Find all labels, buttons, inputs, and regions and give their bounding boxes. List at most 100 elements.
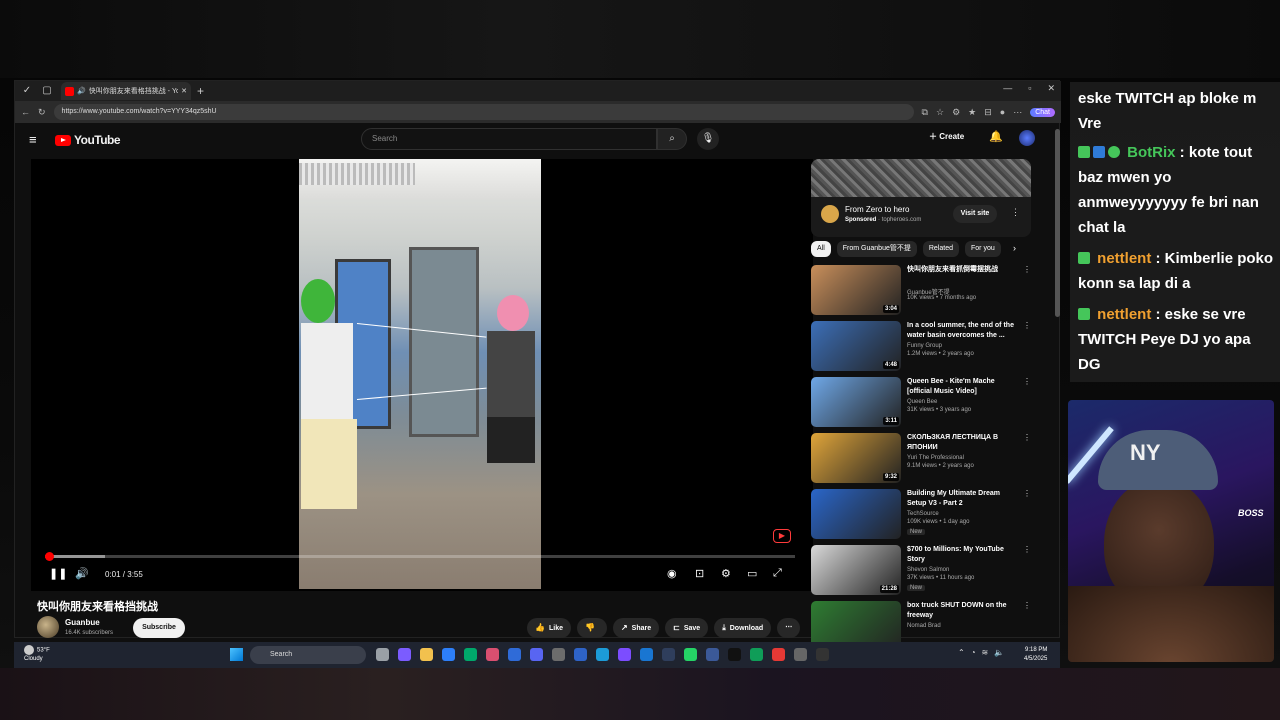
video-menu-icon[interactable]: ⋮ xyxy=(1023,545,1031,554)
ad-more-icon[interactable]: ⋮ xyxy=(1011,207,1020,218)
close-tab-icon[interactable]: ✕ xyxy=(181,87,187,95)
notifications-icon[interactable]: 🔔 xyxy=(989,130,1003,143)
back-icon[interactable]: ← xyxy=(21,107,30,117)
progress-bar[interactable] xyxy=(44,552,795,561)
taskbar-search[interactable]: Search xyxy=(250,646,366,664)
wifi-icon[interactable]: ≋ xyxy=(982,648,989,657)
taskbar-app-icon[interactable] xyxy=(376,648,389,661)
recommended-channel[interactable]: Shevon Salmon xyxy=(907,567,949,573)
recommended-title[interactable]: Building My Ultimate Dream Setup V3 - Pa… xyxy=(907,489,1019,509)
captions-icon[interactable]: ⊡ xyxy=(695,567,704,580)
channel-name[interactable]: Guanbue xyxy=(65,618,100,627)
progress-scrubber[interactable] xyxy=(44,552,54,561)
clock[interactable]: 9:18 PM 4/5/2025 xyxy=(1024,646,1047,664)
recommended-video[interactable]: 21:28 $700 to Millions: My YouTube Story S… xyxy=(811,545,1033,601)
chip-from-channel[interactable]: From Guanbue管不提 xyxy=(836,241,917,257)
taskbar-app-icon[interactable] xyxy=(728,648,741,661)
taskbar-app-icon[interactable] xyxy=(640,648,653,661)
recommended-channel[interactable]: Yuri The Professional xyxy=(907,455,964,461)
active-tab[interactable]: 🔊 快叫你朋友来看格挡挑战 - Yo ✕ xyxy=(61,82,191,100)
video-menu-icon[interactable]: ⋮ xyxy=(1023,377,1031,386)
taskbar-app-icon[interactable] xyxy=(574,648,587,661)
maximize-icon[interactable]: ▫ xyxy=(1028,83,1031,94)
taskbar-app-icon[interactable] xyxy=(684,648,697,661)
search-button[interactable]: ⌕ xyxy=(657,128,687,150)
url-field[interactable]: https://www.youtube.com/watch?v=YYY34qz5… xyxy=(53,104,914,120)
taskbar-app-icon[interactable] xyxy=(772,648,785,661)
recommended-title[interactable]: Queen Bee - Kite'm Mache [official Music… xyxy=(907,377,1019,397)
miniplayer-logo-icon[interactable]: ▶ xyxy=(773,529,791,543)
recommended-title[interactable]: СКОЛЬЗКАЯ ЛЕСТНИЦА В ЯПОНИИ xyxy=(907,433,1019,453)
chip-related[interactable]: Related xyxy=(922,241,960,257)
account-avatar[interactable] xyxy=(1019,130,1035,146)
share-button[interactable]: ↗ Share xyxy=(612,618,660,638)
windows-start-icon[interactable] xyxy=(230,648,243,661)
youtube-logo[interactable]: YouTube xyxy=(55,133,121,147)
taskbar-app-icon[interactable] xyxy=(552,648,565,661)
favorite-icon[interactable]: ☆ xyxy=(936,107,944,118)
recommended-video[interactable]: Building My Ultimate Dream Setup V3 - Pa… xyxy=(811,489,1033,545)
recommended-title[interactable]: 快叫你朋友来看抓倒霉摆挑战 xyxy=(907,265,1019,275)
mic-icon[interactable]: 🎙 xyxy=(697,128,719,150)
save-button[interactable]: ⊏ Save xyxy=(665,618,709,638)
video-menu-icon[interactable]: ⋮ xyxy=(1023,433,1031,442)
taskbar-app-icon[interactable] xyxy=(508,648,521,661)
theater-mode-icon[interactable]: ▭ xyxy=(747,567,757,580)
taskbar-app-icon[interactable] xyxy=(464,648,477,661)
recommended-title[interactable]: $700 to Millions: My YouTube Story xyxy=(907,545,1019,565)
video-thumbnail[interactable] xyxy=(811,489,901,539)
copilot-chat-button[interactable]: Chat xyxy=(1030,107,1055,117)
autoplay-toggle-icon[interactable]: ◉ xyxy=(667,567,677,580)
favorites-icon[interactable]: ★ xyxy=(968,107,976,118)
recommended-title[interactable]: box truck SHUT DOWN on the freeway xyxy=(907,601,1019,621)
recommended-channel[interactable]: Funny Group xyxy=(907,343,942,349)
video-thumbnail[interactable]: 21:28 xyxy=(811,545,901,595)
download-button[interactable]: ⤓ Download xyxy=(714,618,772,638)
video-menu-icon[interactable]: ⋮ xyxy=(1023,601,1031,610)
video-menu-icon[interactable]: ⋮ xyxy=(1023,321,1031,330)
taskbar-app-icon[interactable] xyxy=(442,648,455,661)
video-thumbnail[interactable]: 3:11 xyxy=(811,377,901,427)
audio-icon[interactable]: 🔊 xyxy=(77,87,86,95)
recommended-video[interactable]: 3:11 Queen Bee - Kite'm Mache [official M… xyxy=(811,377,1033,433)
recommended-video[interactable]: 4:48 In a cool summer, the end of the wat… xyxy=(811,321,1033,377)
tab-actions-icon[interactable]: ✓ xyxy=(19,83,35,99)
channel-avatar[interactable] xyxy=(37,616,59,638)
sponsored-ad[interactable]: From Zero to hero Sponsored · topheroes.… xyxy=(811,159,1031,237)
taskbar-app-icon[interactable] xyxy=(662,648,675,661)
taskbar-app-icon[interactable] xyxy=(706,648,719,661)
dislike-button[interactable]: 👎 xyxy=(576,618,607,638)
more-icon[interactable]: ⋯ xyxy=(1013,107,1022,118)
volume-icon[interactable]: 🔊 xyxy=(75,567,89,580)
settings-icon[interactable]: ⚙ xyxy=(721,567,731,580)
workspaces-icon[interactable]: ▢ xyxy=(39,83,55,99)
taskbar-app-icon[interactable] xyxy=(750,648,763,661)
search-input[interactable]: Search xyxy=(361,128,657,150)
new-tab-icon[interactable]: + xyxy=(197,84,204,98)
taskbar-app-icon[interactable] xyxy=(596,648,609,661)
chevron-right-icon[interactable]: › xyxy=(1013,243,1016,253)
extensions-icon[interactable]: ⚙ xyxy=(952,107,960,118)
video-thumbnail[interactable]: 4:48 xyxy=(811,321,901,371)
recommended-channel[interactable]: TechSource xyxy=(907,511,939,517)
recommended-channel[interactable]: Nomad Brad xyxy=(907,623,941,629)
tray-chevron-icon[interactable]: ⌃ xyxy=(958,648,965,657)
taskbar-app-icon[interactable] xyxy=(420,648,433,661)
create-button[interactable]: ＋ Create xyxy=(929,131,964,142)
taskbar-app-icon[interactable] xyxy=(530,648,543,661)
menu-icon[interactable]: ≡ xyxy=(29,132,37,147)
visit-site-button[interactable]: Visit site xyxy=(953,205,997,223)
minimize-icon[interactable]: — xyxy=(1003,83,1012,94)
collections-icon[interactable]: ⊟ xyxy=(984,107,992,118)
split-screen-icon[interactable]: ⧉ xyxy=(922,107,928,118)
recommended-video[interactable]: 3:04 快叫你朋友来看抓倒霉摆挑战 Guanbue管不提 10K views • 7… xyxy=(811,265,1033,321)
pause-icon[interactable]: ❚❚ xyxy=(49,567,67,580)
taskbar-app-icon[interactable] xyxy=(618,648,631,661)
profile-icon[interactable]: ● xyxy=(1000,107,1005,117)
recommended-video[interactable]: 9:32 СКОЛЬЗКАЯ ЛЕСТНИЦА В ЯПОНИИ Yuri The … xyxy=(811,433,1033,489)
weather-widget[interactable]: 53°F Cloudy xyxy=(24,645,50,663)
recommended-channel[interactable]: Queen Bee xyxy=(907,399,937,405)
close-window-icon[interactable]: ✕ xyxy=(1047,83,1055,94)
video-menu-icon[interactable]: ⋮ xyxy=(1023,489,1031,498)
video-thumbnail[interactable]: 3:04 xyxy=(811,265,901,315)
